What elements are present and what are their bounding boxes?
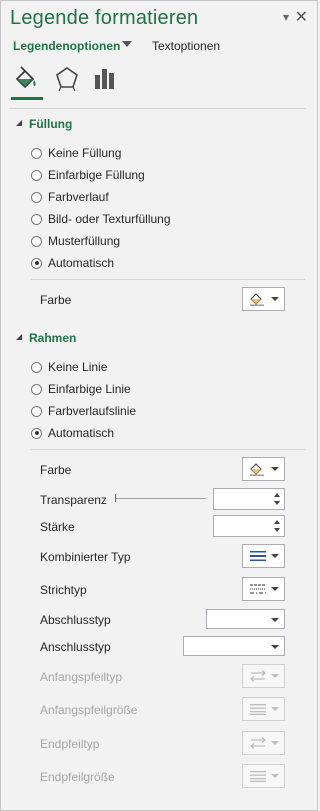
spin-up-icon[interactable] bbox=[274, 493, 280, 497]
border-color-button[interactable] bbox=[242, 457, 285, 481]
transparency-label: Transparenz bbox=[40, 493, 107, 507]
fill-option-pattern[interactable]: Musterfüllung bbox=[31, 234, 120, 248]
close-icon[interactable]: ✕ bbox=[295, 7, 308, 27]
end-arrow-type-button[interactable] bbox=[242, 731, 285, 755]
fill-section-heading[interactable]: Füllung bbox=[29, 117, 72, 131]
spin-down-icon[interactable] bbox=[274, 501, 280, 505]
task-pane-options-icon[interactable]: ▾ bbox=[283, 10, 289, 24]
chevron-down-icon bbox=[271, 774, 279, 778]
transparency-spinner[interactable] bbox=[213, 488, 285, 510]
radio-label: Einfarbige Füllung bbox=[48, 168, 145, 182]
tab-divider bbox=[9, 108, 306, 109]
join-type-label: Anschlusstyp bbox=[40, 640, 111, 654]
join-type-dropdown[interactable] bbox=[183, 636, 285, 656]
pen-color-icon bbox=[250, 463, 264, 476]
width-label: Stärke bbox=[40, 520, 75, 534]
border-section-heading[interactable]: Rahmen bbox=[29, 331, 76, 345]
radio-button[interactable] bbox=[31, 383, 42, 395]
fill-option-gradient[interactable]: Farbverlauf bbox=[31, 190, 109, 204]
radio-label: Musterfüllung bbox=[48, 234, 121, 248]
bar-chart-icon[interactable] bbox=[91, 63, 121, 93]
border-color-label: Farbe bbox=[40, 463, 72, 477]
active-tab-indicator bbox=[11, 97, 43, 100]
width-spinner[interactable] bbox=[213, 515, 285, 537]
radio-label: Automatisch bbox=[48, 426, 115, 440]
dash-type-button[interactable] bbox=[242, 577, 285, 601]
chevron-down-icon bbox=[271, 467, 279, 471]
collapse-triangle-icon[interactable]: ◢ bbox=[16, 332, 22, 341]
begin-arrow-size-label: Anfangspfeilgröße bbox=[40, 703, 138, 717]
fill-option-none[interactable]: Keine Füllung bbox=[31, 146, 121, 160]
cap-type-label: Abschlusstyp bbox=[40, 613, 111, 627]
pentagon-icon[interactable] bbox=[52, 63, 82, 93]
fill-option-automatic[interactable]: Automatisch bbox=[31, 256, 114, 270]
dash-type-label: Strichtyp bbox=[40, 583, 87, 597]
chevron-down-icon bbox=[271, 707, 279, 711]
chevron-down-icon bbox=[271, 741, 279, 745]
radio-label: Farbverlaufslinie bbox=[48, 404, 137, 418]
compound-lines-icon bbox=[250, 551, 266, 561]
end-arrow-type-label: Endpfeiltyp bbox=[40, 737, 100, 751]
radio-button[interactable] bbox=[31, 147, 42, 159]
radio-button[interactable] bbox=[31, 361, 42, 373]
border-option-solid[interactable]: Einfarbige Linie bbox=[31, 382, 131, 396]
radio-button-checked[interactable] bbox=[31, 257, 42, 269]
paint-bucket-icon[interactable] bbox=[11, 63, 41, 93]
radio-button[interactable] bbox=[31, 213, 42, 225]
fill-color-label: Farbe bbox=[40, 293, 72, 307]
radio-label: Automatisch bbox=[48, 256, 115, 270]
pane-title: Legende formatieren bbox=[10, 7, 199, 29]
begin-arrow-type-label: Anfangspfeiltyp bbox=[40, 670, 123, 684]
paint-bucket-icon bbox=[250, 293, 264, 306]
tab-legend-options[interactable]: Legendenoptionen bbox=[13, 39, 120, 53]
compound-type-button[interactable] bbox=[242, 544, 285, 568]
chevron-down-icon bbox=[271, 297, 279, 301]
compound-type-label: Kombinierter Typ bbox=[40, 550, 131, 564]
divider bbox=[31, 279, 305, 280]
fill-option-picture[interactable]: Bild- oder Texturfüllung bbox=[31, 212, 171, 226]
tab-text-options[interactable]: Textoptionen bbox=[152, 39, 220, 53]
radio-label: Einfarbige Linie bbox=[48, 382, 131, 396]
radio-label: Keine Linie bbox=[48, 360, 108, 374]
radio-button[interactable] bbox=[31, 235, 42, 247]
radio-button[interactable] bbox=[31, 405, 42, 417]
radio-label: Farbverlauf bbox=[48, 190, 109, 204]
arrows-icon bbox=[250, 670, 266, 682]
chevron-down-icon bbox=[271, 554, 279, 558]
lines-icon bbox=[250, 771, 266, 782]
fill-option-solid[interactable]: Einfarbige Füllung bbox=[31, 168, 145, 182]
chevron-down-icon bbox=[271, 618, 279, 622]
border-option-gradient[interactable]: Farbverlaufslinie bbox=[31, 404, 136, 418]
divider bbox=[31, 449, 305, 450]
chevron-down-icon bbox=[271, 645, 279, 649]
spin-up-icon[interactable] bbox=[274, 520, 280, 524]
end-arrow-size-label: Endpfeilgröße bbox=[40, 770, 115, 784]
dash-lines-icon bbox=[250, 584, 266, 594]
radio-button[interactable] bbox=[31, 191, 42, 203]
arrows-icon bbox=[250, 737, 266, 749]
cap-type-dropdown[interactable] bbox=[206, 609, 285, 629]
chevron-down-icon bbox=[271, 674, 279, 678]
begin-arrow-type-button[interactable] bbox=[242, 664, 285, 688]
chevron-down-icon bbox=[271, 587, 279, 591]
begin-arrow-size-button[interactable] bbox=[242, 697, 285, 721]
transparency-slider[interactable] bbox=[116, 498, 206, 499]
collapse-triangle-icon[interactable]: ◢ bbox=[16, 118, 22, 127]
chevron-down-icon[interactable] bbox=[122, 41, 132, 47]
end-arrow-size-button[interactable] bbox=[242, 764, 285, 788]
radio-button-checked[interactable] bbox=[31, 427, 42, 439]
lines-icon bbox=[250, 704, 266, 715]
spin-down-icon[interactable] bbox=[274, 528, 280, 532]
border-option-automatic[interactable]: Automatisch bbox=[31, 426, 114, 440]
radio-label: Bild- oder Texturfüllung bbox=[48, 212, 171, 226]
border-option-none[interactable]: Keine Linie bbox=[31, 360, 107, 374]
radio-label: Keine Füllung bbox=[48, 146, 122, 160]
fill-color-button[interactable] bbox=[242, 287, 285, 311]
radio-button[interactable] bbox=[31, 169, 42, 181]
